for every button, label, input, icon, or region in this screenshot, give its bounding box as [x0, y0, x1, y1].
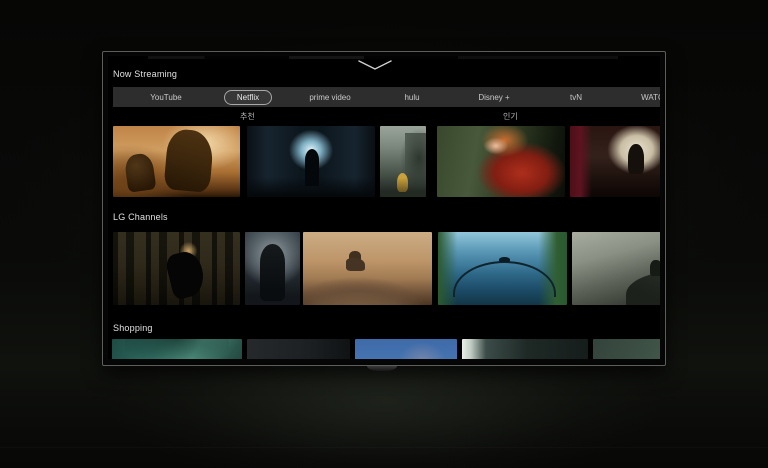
chevron-down-icon[interactable] — [358, 60, 392, 71]
tab-prime-video[interactable]: prime video — [289, 91, 371, 104]
thumbnail-red-cloaked-woman-in-forest[interactable] — [437, 126, 565, 197]
tab-disney-plus[interactable]: Disney + — [453, 91, 535, 104]
tab-hulu[interactable]: hulu — [371, 91, 453, 104]
tv-stand — [367, 366, 397, 371]
dark-room-background: Now Streaming YouTube Netflix prime vide… — [0, 0, 768, 468]
section-title-shopping: Shopping — [113, 323, 153, 333]
tab-tvn[interactable]: tvN — [535, 91, 617, 104]
thumbnail-horseman-sepia-hills[interactable] — [303, 232, 432, 305]
thumbnail-misty-forest-yellow-cloak[interactable] — [380, 126, 426, 197]
desk-edge-line — [0, 447, 768, 448]
thumbnail-blue-sky[interactable] — [355, 339, 457, 359]
tv-screen: Now Streaming YouTube Netflix prime vide… — [108, 56, 660, 359]
streaming-tab-bar: YouTube Netflix prime video hulu Disney … — [113, 87, 660, 107]
thumbnail-teal-underwater-foliage[interactable] — [112, 339, 242, 359]
thumbnail-waterfall-cliff[interactable] — [462, 339, 588, 359]
top-ghost-strip — [148, 56, 618, 59]
thumbnail-horseman-grey-mountains[interactable] — [572, 232, 660, 305]
tab-watcha[interactable]: WATCHA — [617, 91, 660, 104]
tab-youtube[interactable]: YouTube — [125, 91, 207, 104]
thumbnail-woman-black-dress-forest[interactable] — [113, 232, 240, 305]
section-title-now-streaming: Now Streaming — [113, 69, 177, 79]
thumbnail-girl-on-windowsill[interactable] — [570, 126, 660, 197]
thumbnail-silhouette-in-dark-tunnel[interactable] — [247, 126, 375, 197]
thumbnail-dark-moon-scene[interactable] — [247, 339, 350, 359]
tab-netflix[interactable]: Netflix — [207, 90, 289, 105]
tv-frame: Now Streaming YouTube Netflix prime vide… — [102, 51, 666, 366]
section-title-lg-channels: LG Channels — [113, 212, 168, 222]
thumbnail-cavemen-in-dust-storm[interactable] — [113, 126, 240, 197]
thumbnail-canyon-bridge-crossing[interactable] — [438, 232, 567, 305]
category-label-recommended: 추천 — [240, 111, 255, 122]
category-label-popular: 인기 — [503, 111, 518, 122]
thumbnail-hooded-figure-in-mist[interactable] — [245, 232, 300, 305]
thumbnail-green-foliage[interactable] — [593, 339, 660, 359]
